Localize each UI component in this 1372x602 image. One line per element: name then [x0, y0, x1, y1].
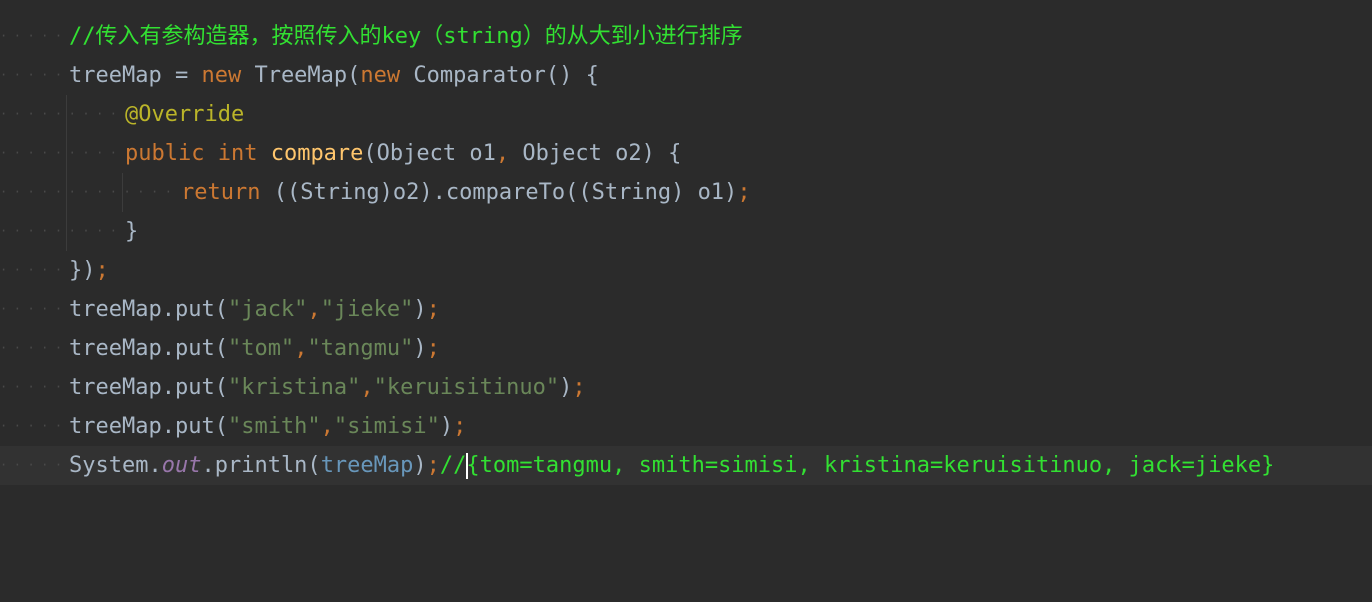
- semicolon-token: ;: [426, 453, 440, 478]
- keyword-token: new: [201, 63, 242, 88]
- code-text[interactable]: treeMap.put("kristina","keruisitinuo");: [69, 368, 586, 407]
- code-line-7[interactable]: ········ });: [0, 251, 1372, 290]
- semicolon-token: ;: [737, 180, 751, 205]
- code-line-11[interactable]: ········ treeMap.put("smith","simisi");: [0, 407, 1372, 446]
- separator-token: ,: [360, 375, 374, 400]
- code-line-12[interactable]: ········ System.out.println(treeMap);//{…: [0, 446, 1372, 485]
- code-line-10[interactable]: ········ treeMap.put("kristina","keruisi…: [0, 368, 1372, 407]
- string-token: "tom": [227, 336, 295, 361]
- code-line-5[interactable]: ························ return ((String…: [0, 173, 1372, 212]
- string-token: "tangmu": [307, 336, 414, 361]
- token: ): [413, 297, 427, 322]
- token: (Object o1: [363, 141, 496, 166]
- token: treeMap.put(: [69, 336, 228, 361]
- code-editor[interactable]: ········ //传入有参构造器，按照传入的key（string）的从大到小…: [0, 0, 1372, 504]
- code-line-8[interactable]: ········ treeMap.put("jack","jieke");: [0, 290, 1372, 329]
- keyword-token: public int: [125, 141, 271, 166]
- token: Object o2) {: [522, 141, 682, 166]
- token: ): [559, 375, 573, 400]
- code-text[interactable]: @Override: [125, 95, 244, 134]
- code-text[interactable]: });: [69, 251, 109, 290]
- token: treeMap.put(: [69, 414, 228, 439]
- code-line-6[interactable]: ················ }: [0, 212, 1372, 251]
- separator-token: ,: [294, 336, 308, 361]
- comment-text: {tom=tangmu, smith=simisi, kristina=keru…: [466, 453, 1275, 478]
- token: treeMap.put(: [69, 375, 228, 400]
- code-line-9[interactable]: ········ treeMap.put("tom","tangmu");: [0, 329, 1372, 368]
- code-text[interactable]: treeMap.put("jack","jieke");: [69, 290, 440, 329]
- string-token: "jieke": [320, 297, 414, 322]
- separator-token: ,: [495, 141, 523, 166]
- keyword-token: return: [181, 180, 274, 205]
- code-text[interactable]: treeMap = new TreeMap(new Comparator() {: [69, 56, 599, 95]
- code-text[interactable]: treeMap.put("tom","tangmu");: [69, 329, 440, 368]
- semicolon-token: ;: [95, 258, 109, 283]
- string-token: "jack": [227, 297, 308, 322]
- keyword-token: new: [360, 63, 401, 88]
- token: TreeMap(: [241, 63, 361, 88]
- code-text[interactable]: }: [125, 212, 138, 251]
- indent-whitespace: ················: [0, 107, 124, 121]
- code-text[interactable]: //传入有参构造器，按照传入的key（string）的从大到小进行排序: [69, 17, 743, 56]
- static-field-token: out: [161, 453, 202, 478]
- brace-token: }): [69, 258, 96, 283]
- token: treeMap.put(: [69, 297, 228, 322]
- separator-token: ,: [307, 297, 321, 322]
- indent-guide: [66, 95, 67, 251]
- indent-whitespace: ················: [0, 224, 124, 238]
- semicolon-token: ;: [453, 414, 467, 439]
- code-line-2[interactable]: ········ treeMap = new TreeMap(new Compa…: [0, 56, 1372, 95]
- indent-whitespace: ········: [0, 29, 68, 43]
- method-name-token: compare: [270, 141, 364, 166]
- variable-token: treeMap: [320, 453, 414, 478]
- separator-token: ,: [320, 414, 334, 439]
- code-line-3[interactable]: ················ @Override: [0, 95, 1372, 134]
- string-token: "kristina": [227, 375, 361, 400]
- comment-text: //传入有参构造器，按照传入的key（string）的从大到小进行排序: [69, 24, 743, 49]
- indent-whitespace: ········: [0, 458, 68, 472]
- token: Comparator() {: [400, 63, 599, 88]
- comment-text: //: [439, 453, 467, 478]
- code-text[interactable]: return ((String)o2).compareTo((String) o…: [181, 173, 751, 212]
- brace-token: }: [125, 219, 139, 244]
- semicolon-token: ;: [426, 336, 440, 361]
- string-token: "simisi": [333, 414, 440, 439]
- indent-whitespace: ········: [0, 419, 68, 433]
- string-token: "keruisitinuo": [373, 375, 560, 400]
- indent-whitespace: ········: [0, 302, 68, 316]
- string-token: "smith": [227, 414, 321, 439]
- token: ((String)o2).compareTo((String) o1): [273, 180, 738, 205]
- indent-whitespace: ················: [0, 146, 124, 160]
- indent-guide: [122, 173, 123, 212]
- token: ): [413, 336, 427, 361]
- token: ): [439, 414, 454, 439]
- token: treeMap =: [69, 63, 202, 88]
- code-text[interactable]: treeMap.put("smith","simisi");: [69, 407, 466, 446]
- token: System.: [69, 453, 162, 478]
- indent-whitespace: ········: [0, 380, 68, 394]
- annotation-token: @Override: [125, 102, 245, 127]
- code-text[interactable]: System.out.println(treeMap);//{tom=tangm…: [69, 446, 1274, 485]
- indent-whitespace: ························: [0, 185, 180, 199]
- indent-whitespace: ········: [0, 341, 68, 355]
- token: .println(: [201, 453, 321, 478]
- semicolon-token: ;: [426, 297, 440, 322]
- code-line-1[interactable]: ········ //传入有参构造器，按照传入的key（string）的从大到小…: [0, 17, 1372, 56]
- semicolon-token: ;: [572, 375, 586, 400]
- token: ): [413, 453, 427, 478]
- code-line-4[interactable]: ················ public int compare(Obje…: [0, 134, 1372, 173]
- indent-whitespace: ········: [0, 263, 68, 277]
- code-text[interactable]: public int compare(Object o1, Object o2)…: [125, 134, 681, 173]
- indent-whitespace: ········: [0, 68, 68, 82]
